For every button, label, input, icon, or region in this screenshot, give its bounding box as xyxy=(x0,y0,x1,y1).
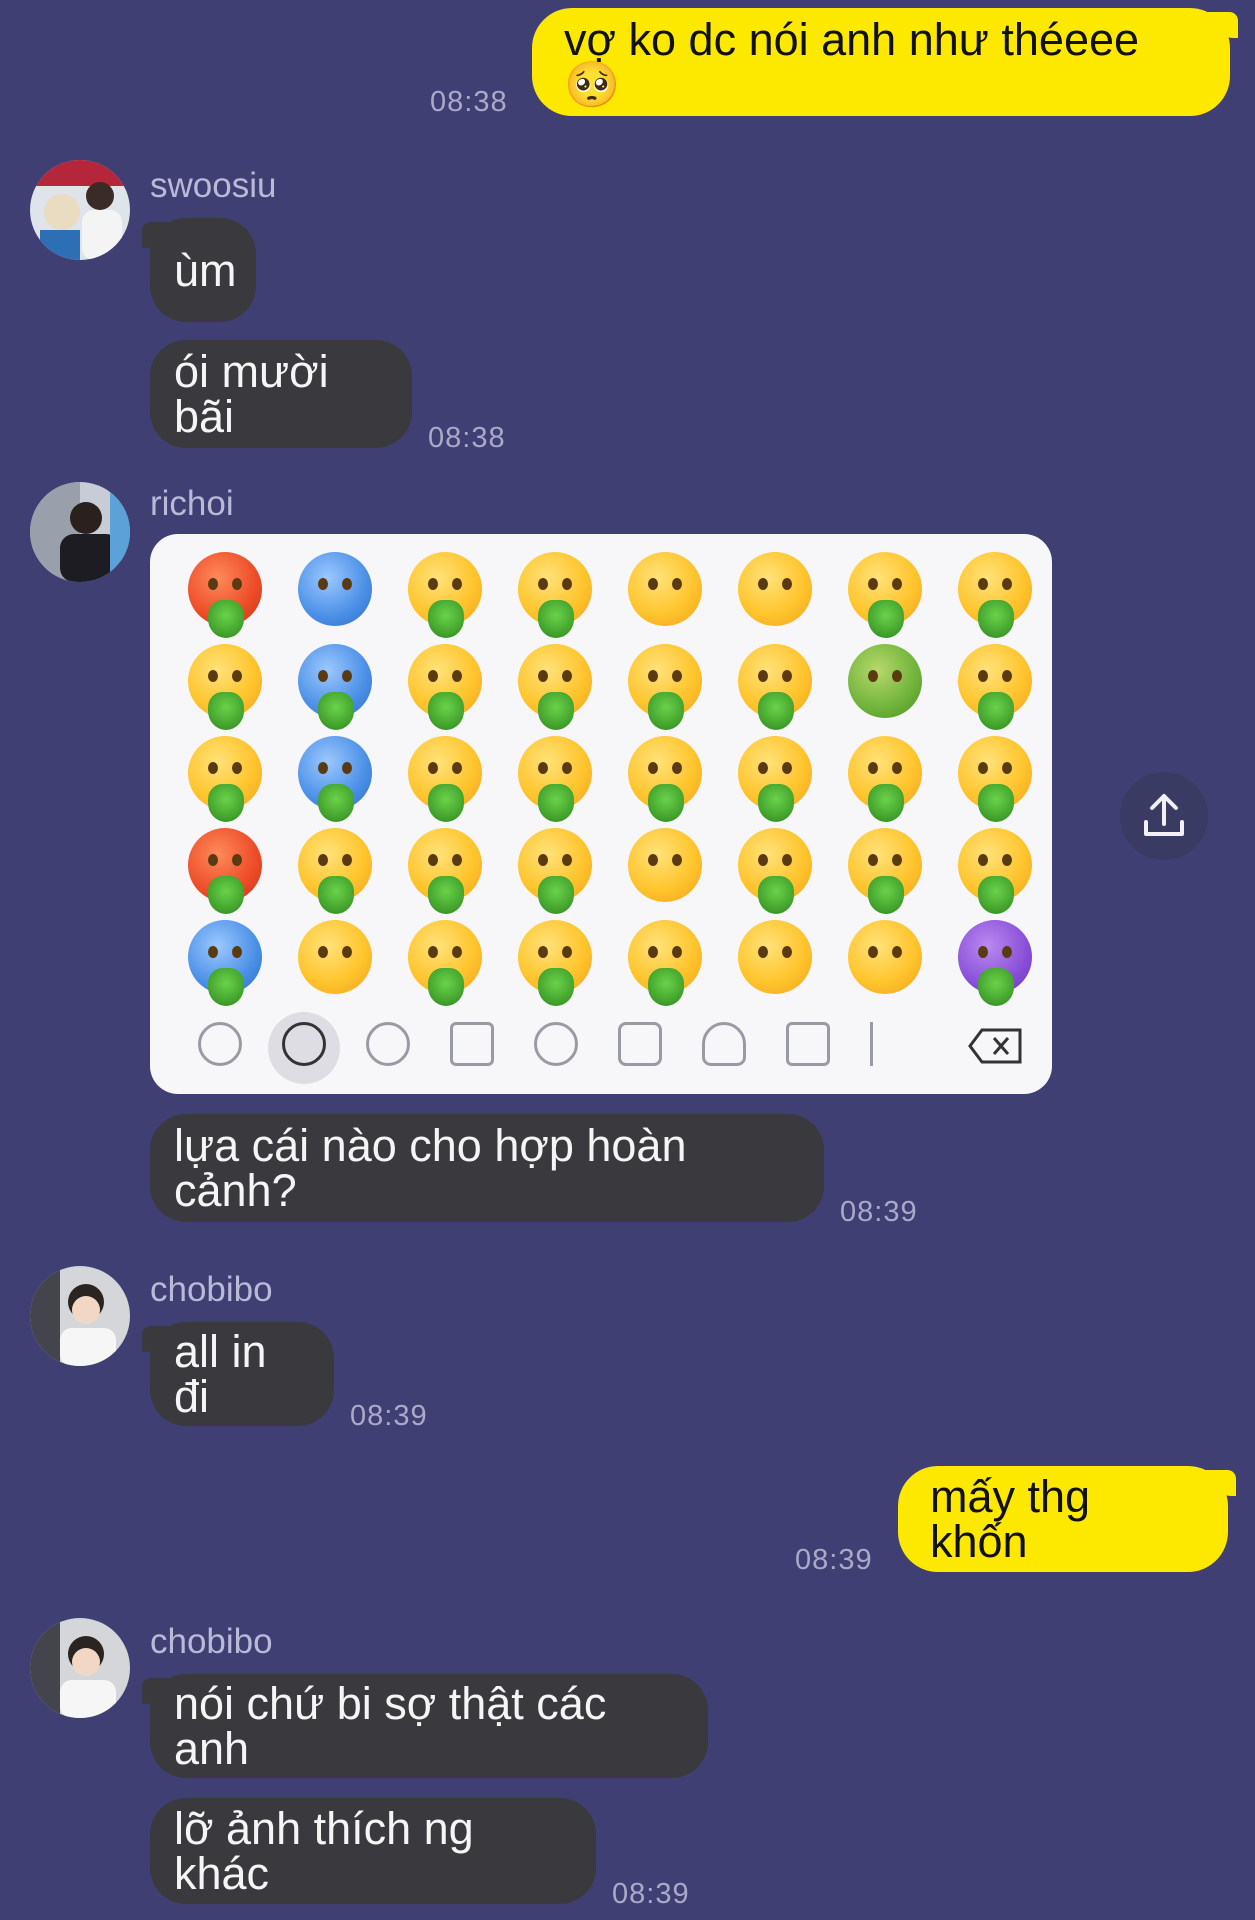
message-text: mấy thg khốn xyxy=(930,1471,1091,1567)
symbols-icon xyxy=(786,1022,830,1066)
food-icon xyxy=(450,1022,494,1066)
timestamp: 08:38 xyxy=(428,422,506,454)
message-text: nói chứ bi sợ thật các anh xyxy=(174,1678,607,1774)
vomit-emoji-icon xyxy=(518,736,592,822)
bubble-tail xyxy=(142,1678,170,1704)
avatar-chobibo[interactable] xyxy=(30,1618,130,1718)
flag-icon xyxy=(870,1022,914,1066)
vomit-emoji-icon xyxy=(848,920,922,994)
bubble-tail xyxy=(142,222,170,248)
timestamp: 08:39 xyxy=(350,1400,428,1432)
vomit-emoji-icon xyxy=(298,920,372,994)
avatar-swoosiu[interactable] xyxy=(30,160,130,260)
timestamp: 08:39 xyxy=(795,1544,873,1576)
car-icon xyxy=(618,1022,662,1066)
avatar-richoi[interactable] xyxy=(30,482,130,582)
shared-image-emoji-keyboard[interactable] xyxy=(150,534,1052,1094)
avatar-chobibo[interactable] xyxy=(30,1266,130,1366)
message-text: lỡ ảnh thích ng khác xyxy=(174,1803,474,1899)
vomit-emoji-icon xyxy=(188,552,262,638)
sender-name: richoi xyxy=(150,484,234,523)
vomit-emoji-icon xyxy=(408,736,482,822)
vomit-emoji-icon xyxy=(958,920,1032,1006)
vomit-emoji-icon xyxy=(408,552,482,638)
vomit-emoji-icon xyxy=(628,828,702,902)
vomit-emoji-icon xyxy=(738,552,812,626)
bubble-tail xyxy=(1208,12,1238,38)
vomit-emoji-icon xyxy=(628,644,702,730)
vomit-emoji-icon xyxy=(848,552,922,638)
outgoing-message[interactable]: mấy thg khốn xyxy=(898,1466,1236,1572)
bubble-tail xyxy=(142,1326,170,1352)
sender-name: chobibo xyxy=(150,1622,273,1661)
incoming-message[interactable]: all in đi xyxy=(142,1322,334,1426)
message-text: ùm xyxy=(174,244,237,296)
vomit-emoji-icon xyxy=(958,736,1032,822)
vomit-emoji-icon xyxy=(958,828,1032,914)
smiley-icon xyxy=(282,1022,326,1066)
vomit-emoji-icon xyxy=(848,828,922,914)
clock-icon xyxy=(198,1022,242,1066)
sender-name: swoosiu xyxy=(150,166,277,205)
vomit-emoji-icon xyxy=(738,644,812,730)
sender-name: chobibo xyxy=(150,1270,273,1309)
backspace-icon xyxy=(968,1028,1024,1064)
message-text: vợ ko dc nói anh như théeee 🥺 xyxy=(564,14,1140,110)
message-text: ói mười bãi xyxy=(174,346,329,442)
timestamp: 08:39 xyxy=(612,1878,690,1910)
timestamp: 08:39 xyxy=(840,1196,918,1228)
vomit-emoji-icon xyxy=(518,920,592,1006)
vomit-emoji-icon xyxy=(298,552,372,626)
incoming-message[interactable]: ói mười bãi xyxy=(150,340,412,448)
vomit-emoji-icon xyxy=(628,552,702,626)
message-text: all in đi xyxy=(174,1326,267,1422)
vomit-emoji-icon xyxy=(408,920,482,1006)
vomit-emoji-icon xyxy=(958,644,1032,730)
vomit-emoji-icon xyxy=(408,828,482,914)
incoming-message[interactable]: nói chứ bi sợ thật các anh xyxy=(142,1674,708,1778)
outgoing-message[interactable]: vợ ko dc nói anh như théeee 🥺 xyxy=(532,8,1238,116)
share-icon xyxy=(1144,794,1184,836)
incoming-message[interactable]: lựa cái nào cho hợp hoàn cảnh? xyxy=(150,1114,824,1222)
vomit-emoji-icon xyxy=(188,920,262,1006)
vomit-emoji-icon xyxy=(848,644,922,718)
incoming-message[interactable]: ùm xyxy=(142,218,256,322)
vomit-emoji-icon xyxy=(628,736,702,822)
vomit-emoji-icon xyxy=(298,828,372,914)
vomit-emoji-icon xyxy=(958,552,1032,638)
timestamp: 08:38 xyxy=(430,86,508,118)
vomit-emoji-icon xyxy=(738,736,812,822)
bubble-tail xyxy=(1206,1470,1236,1496)
incoming-message[interactable]: lỡ ảnh thích ng khác xyxy=(150,1798,596,1904)
vomit-emoji-icon xyxy=(848,736,922,822)
vomit-emoji-icon xyxy=(738,828,812,914)
vomit-emoji-icon xyxy=(628,920,702,1006)
bear-icon xyxy=(366,1022,410,1066)
vomit-emoji-icon xyxy=(298,644,372,730)
vomit-emoji-icon xyxy=(408,644,482,730)
ball-icon xyxy=(534,1022,578,1066)
vomit-emoji-icon xyxy=(298,736,372,822)
message-text: lựa cái nào cho hợp hoàn cảnh? xyxy=(174,1120,687,1216)
vomit-emoji-icon xyxy=(738,920,812,994)
bulb-icon xyxy=(702,1022,746,1066)
vomit-emoji-icon xyxy=(518,552,592,638)
vomit-emoji-icon xyxy=(518,828,592,914)
vomit-emoji-icon xyxy=(188,644,262,730)
vomit-emoji-icon xyxy=(188,736,262,822)
vomit-emoji-icon xyxy=(188,828,262,914)
vomit-emoji-icon xyxy=(518,644,592,730)
share-button[interactable] xyxy=(1120,772,1208,860)
